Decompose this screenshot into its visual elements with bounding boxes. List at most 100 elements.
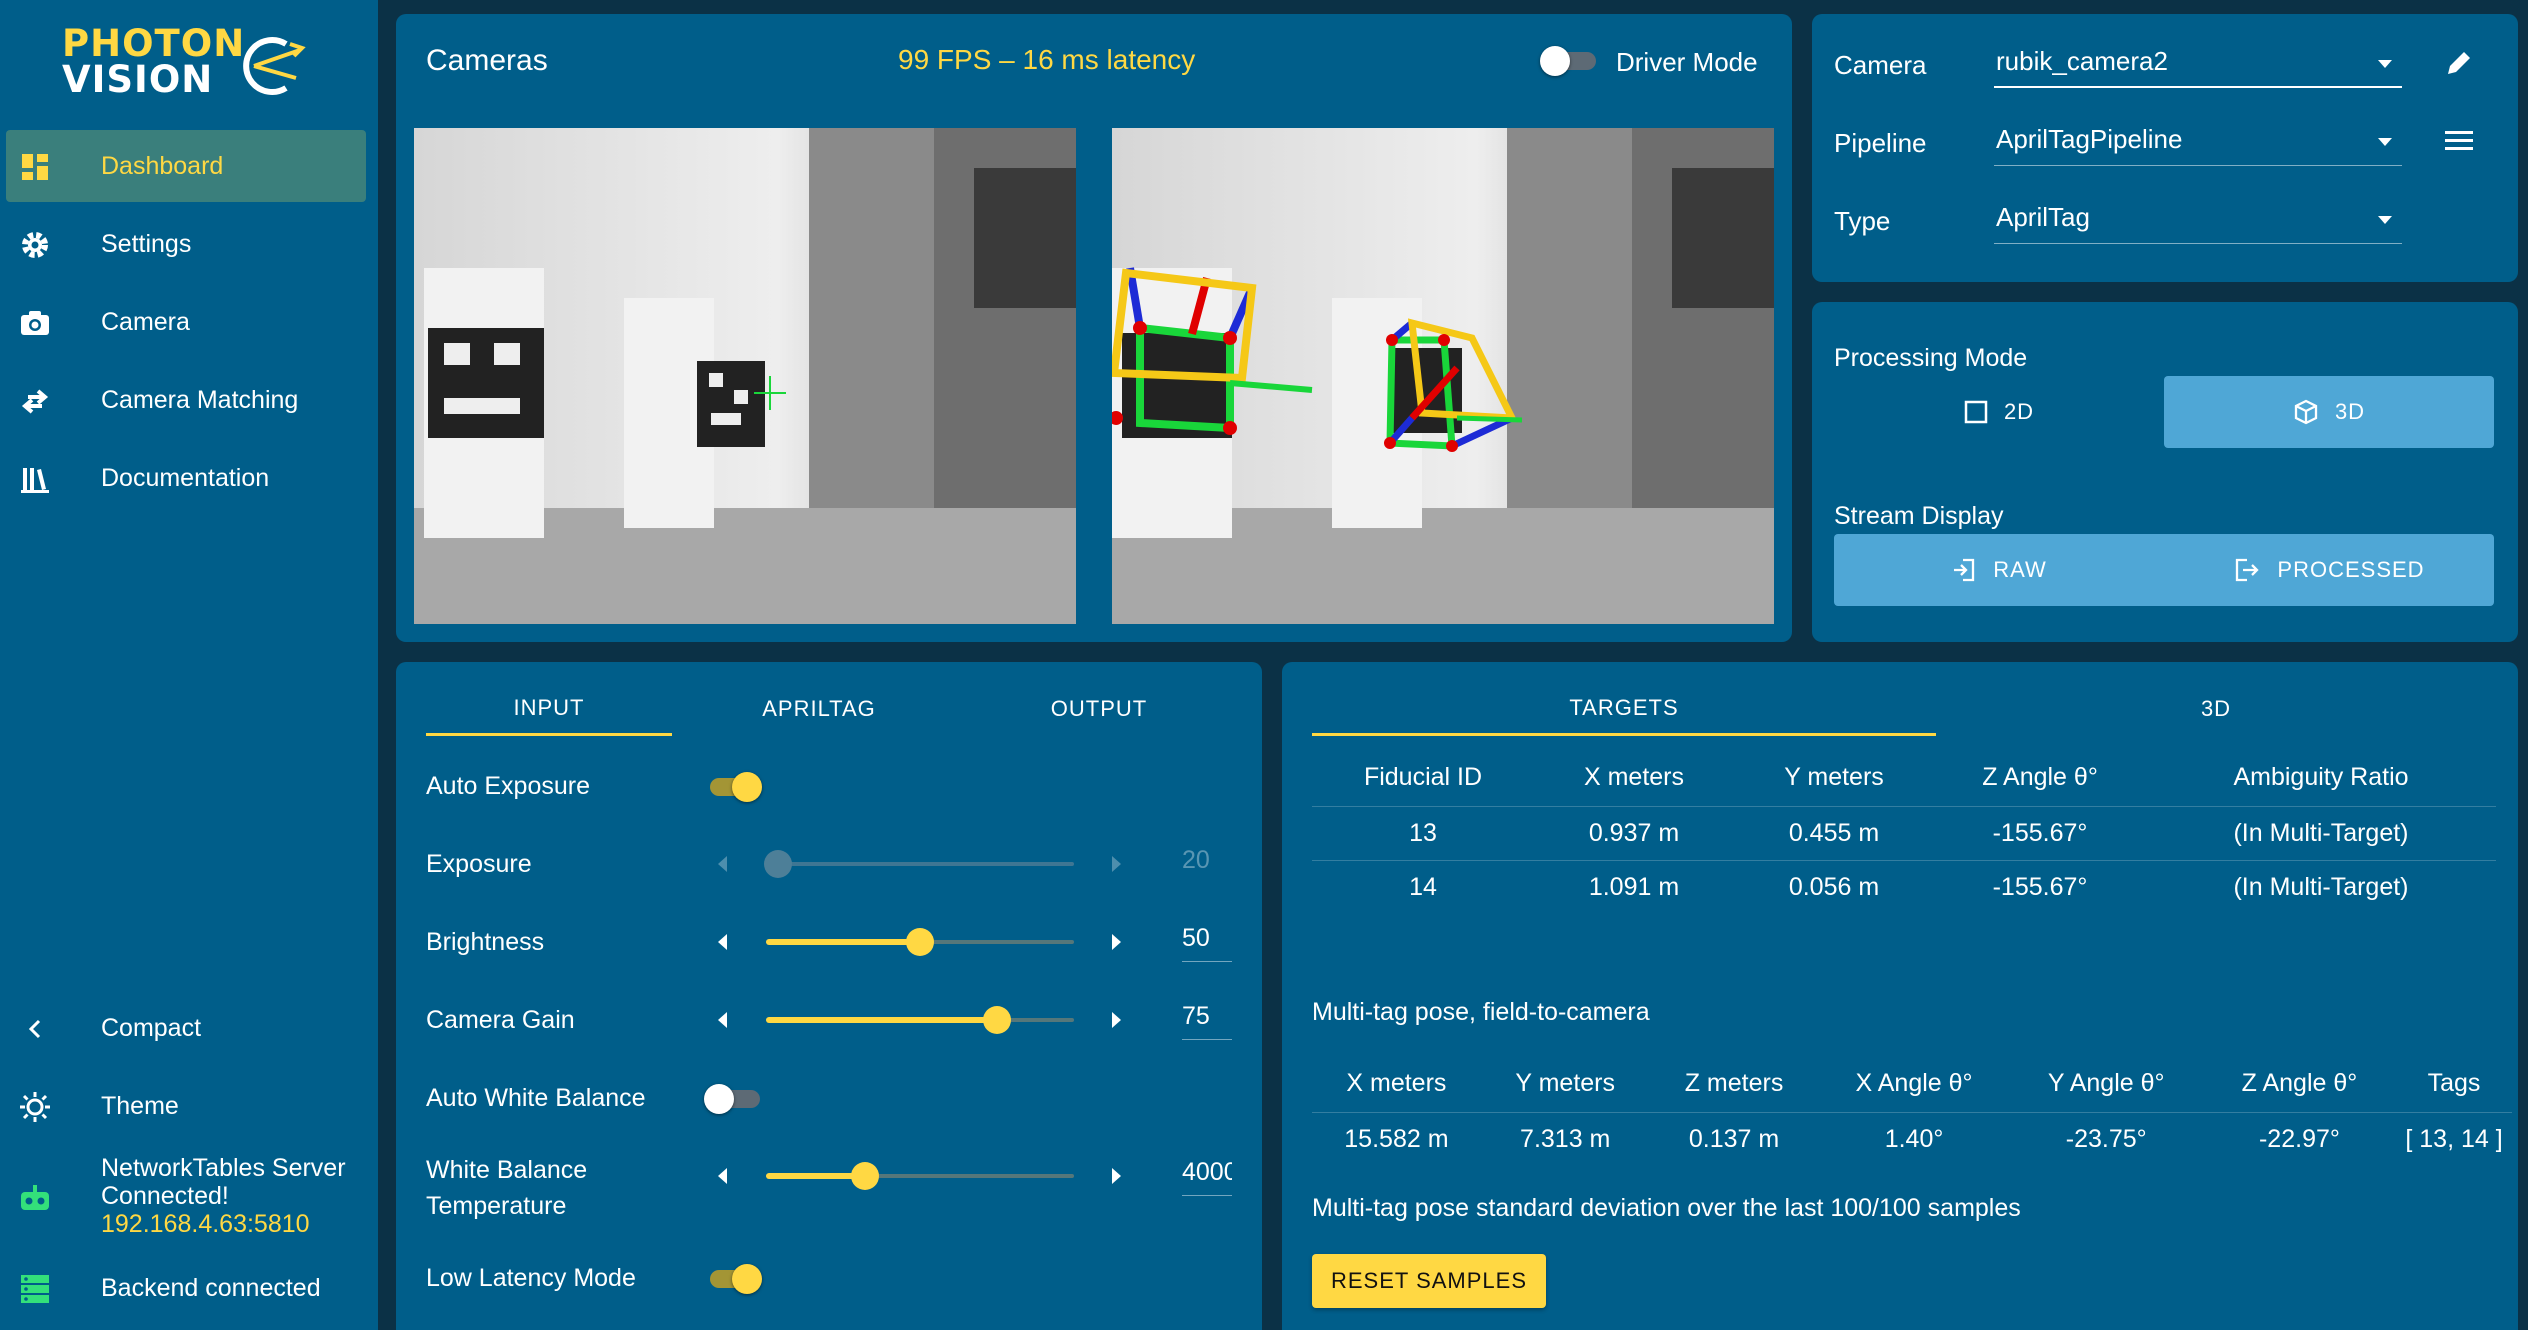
wb-decrement-icon[interactable] (718, 1168, 727, 1184)
cell-z-angle: -155.67° (1934, 805, 2146, 860)
col-y-meters: Y meters (1784, 763, 1884, 792)
col-z-angle: Z Angle θ° (1982, 763, 2098, 792)
dashboard-icon (22, 154, 48, 180)
processed-label: PROCESSED (2277, 557, 2425, 582)
raw-camera-stream (414, 128, 1076, 624)
nt-address: 192.168.4.63:5810 (101, 1210, 310, 1238)
exposure-increment-icon[interactable] (1112, 856, 1121, 872)
brightness-increment-icon[interactable] (1112, 934, 1121, 950)
col-mt-y: Y meters (1515, 1069, 1615, 1098)
book-icon (21, 468, 49, 493)
tab-targets[interactable]: TARGETS (1312, 682, 1936, 736)
square-icon (1964, 400, 1988, 424)
robot-icon (21, 1185, 49, 1210)
cell-fiducial-id: 14 (1312, 859, 1534, 914)
cell-x: 1.091 m (1534, 859, 1734, 914)
brightness-decrement-icon[interactable] (718, 934, 727, 950)
cell-mt-z: 0.137 m (1649, 1111, 1819, 1166)
driver-mode-switch[interactable] (1540, 46, 1598, 76)
tab-output[interactable]: OUTPUT (976, 682, 1222, 736)
exposure-slider[interactable] (764, 849, 1074, 879)
pipeline-select[interactable]: AprilTagPipeline (1994, 116, 2402, 166)
low-latency-label: Low Latency Mode (426, 1264, 636, 1292)
camera-pipeline-selector-card: Camera rubik_camera2 Pipeline AprilTagPi… (1812, 14, 2518, 282)
login-icon (1954, 558, 1975, 582)
cell-mt-x-angle: 1.40° (1818, 1111, 2010, 1166)
export-icon (2236, 558, 2260, 582)
sidebar-item-settings[interactable]: Settings (6, 208, 366, 280)
col-x-meters: X meters (1583, 763, 1685, 792)
cube-icon (2294, 399, 2318, 425)
camera-select-value: rubik_camera2 (1996, 46, 2168, 76)
stddev-label: Multi-tag pose standard deviation over t… (1312, 1194, 2021, 1222)
processed-stream-button[interactable]: PROCESSED (2164, 534, 2494, 606)
gain-decrement-icon[interactable] (718, 1012, 727, 1028)
backend-status: Backend connected (0, 1270, 378, 1310)
sidebar-item-dashboard[interactable]: Dashboard (6, 130, 366, 202)
camera-label: Camera (1834, 50, 1927, 80)
swap-icon (21, 389, 49, 414)
table-row: 15.582 m 7.313 m 0.137 m 1.40° -23.75° -… (1312, 1111, 2512, 1166)
mode-2d-label: 2D (2003, 399, 2035, 424)
menu-icon[interactable] (2442, 124, 2476, 158)
table-row: 14 1.091 m 0.056 m -155.67° (In Multi-Ta… (1312, 859, 2496, 914)
white-balance-input[interactable]: 4000 (1182, 1156, 1232, 1196)
raw-stream-button[interactable]: RAW (1834, 534, 2164, 606)
stream-display-toggle: RAW PROCESSED (1834, 534, 2494, 606)
compact-toggle[interactable]: Compact (0, 1010, 378, 1050)
reset-samples-button[interactable]: RESET SAMPLES (1312, 1254, 1546, 1308)
auto-exposure-switch[interactable] (704, 772, 762, 802)
pipeline-type-select[interactable]: AprilTag (1994, 194, 2402, 244)
gain-increment-icon[interactable] (1112, 1012, 1121, 1028)
processing-card: Processing Mode 2D 3D Stream Display RAW (1812, 302, 2518, 642)
exposure-decrement-icon[interactable] (718, 856, 727, 872)
camera-gain-input[interactable]: 75 (1182, 1000, 1232, 1040)
sidebar-item-documentation[interactable]: Documentation (6, 442, 366, 514)
theme-toggle[interactable]: Theme (0, 1088, 378, 1128)
mode-3d-button[interactable]: 3D (2164, 376, 2494, 448)
processing-mode-label: Processing Mode (1834, 344, 2028, 372)
cell-x: 0.937 m (1534, 805, 1734, 860)
chevron-down-icon (2378, 216, 2392, 224)
exposure-value: 20 (1182, 846, 1210, 874)
white-balance-slider[interactable] (766, 1161, 1074, 1191)
chevron-down-icon (2378, 60, 2392, 68)
cell-mt-z-angle: -22.97° (2202, 1111, 2397, 1166)
auto-exposure-label: Auto Exposure (426, 772, 590, 800)
col-fiducial-id: Fiducial ID (1363, 763, 1483, 792)
auto-white-balance-switch[interactable] (704, 1084, 762, 1114)
type-select-value: AprilTag (1996, 202, 2090, 232)
brightness-slider[interactable] (766, 927, 1074, 957)
tab-3d[interactable]: 3D (1936, 682, 2496, 736)
pipeline-settings-card: INPUT APRILTAG OUTPUT Auto Exposure Expo… (396, 662, 1262, 1330)
mode-3d-label: 3D (2334, 399, 2366, 424)
pipeline-label: Pipeline (1834, 128, 1927, 158)
chevron-down-icon (2378, 138, 2392, 146)
low-latency-switch[interactable] (704, 1264, 762, 1294)
wb-label-line2: Temperature (426, 1192, 567, 1220)
stream-display-label: Stream Display (1834, 502, 2004, 530)
col-mt-z: Z meters (1684, 1069, 1784, 1098)
tab-apriltag[interactable]: APRILTAG (696, 682, 942, 736)
camera-select[interactable]: rubik_camera2 (1994, 38, 2402, 88)
brightness-label: Brightness (426, 928, 545, 956)
logo-mark-icon (243, 37, 306, 95)
sidebar-item-camera-matching[interactable]: Camera Matching (6, 364, 366, 436)
sidebar: PHOTON VISION Dashboard Settings Camera (0, 0, 378, 1330)
camera-gain-slider[interactable] (766, 1005, 1074, 1035)
brightness-input[interactable]: 50 (1182, 922, 1232, 962)
mode-2d-button[interactable]: 2D (1834, 376, 2164, 448)
edit-pencil-icon[interactable] (2442, 46, 2476, 80)
wb-increment-icon[interactable] (1112, 1168, 1121, 1184)
driver-mode-label: Driver Mode (1616, 47, 1758, 77)
type-label: Type (1834, 206, 1891, 236)
cell-z-angle: -155.67° (1934, 859, 2146, 914)
networktables-status: NetworkTables Server Connected! 192.168.… (0, 1154, 378, 1244)
col-mt-y-angle: Y Angle θ° (2047, 1069, 2165, 1098)
backend-label: Backend connected (101, 1274, 321, 1302)
sidebar-item-camera[interactable]: Camera (6, 286, 366, 358)
nt-status-line2: Connected! (101, 1182, 229, 1210)
compact-label: Compact (101, 1014, 202, 1042)
tab-input[interactable]: INPUT (426, 682, 672, 736)
table-row: 13 0.937 m 0.455 m -155.67° (In Multi-Ta… (1312, 805, 2496, 860)
